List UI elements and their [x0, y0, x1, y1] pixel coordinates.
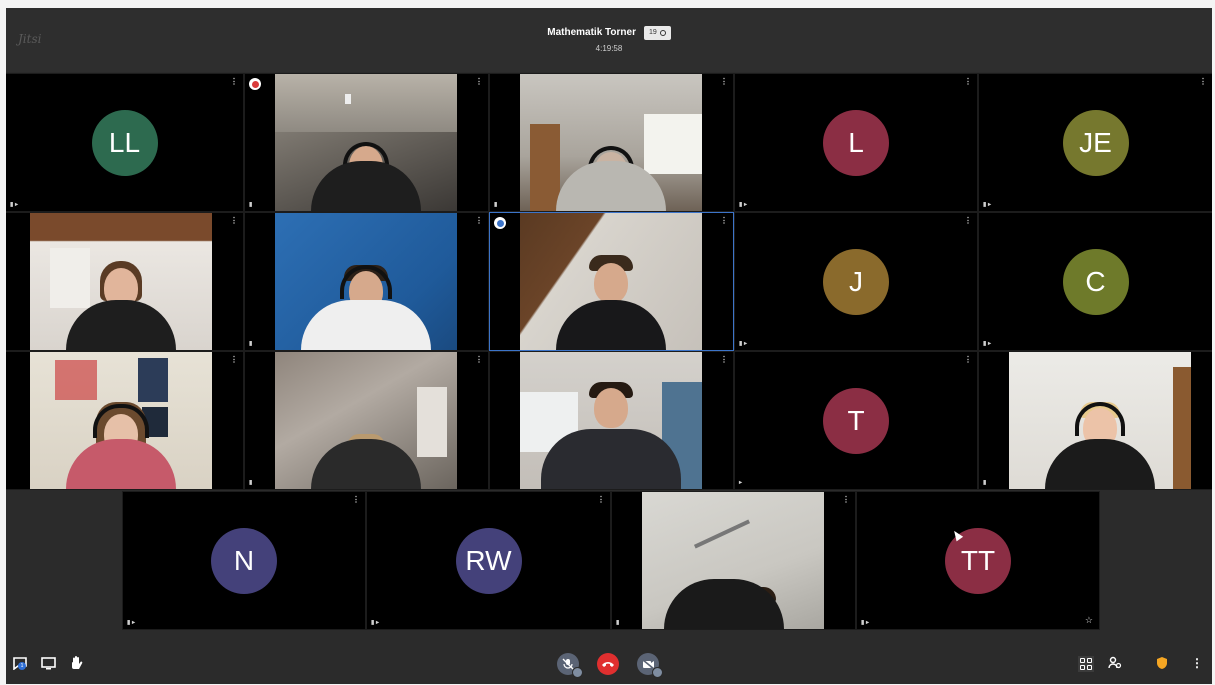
- avatar: T: [823, 387, 889, 454]
- participant-tile[interactable]: TT ▮ ▸ ☆: [857, 492, 1099, 629]
- connection-status-icon: ▮: [983, 480, 987, 486]
- connection-status-icon: ▮ ▸: [739, 341, 747, 347]
- participant-face: [594, 263, 628, 303]
- tile-menu-icon[interactable]: ⋮: [964, 216, 972, 225]
- avatar: N: [211, 527, 277, 594]
- participant-tile[interactable]: ⋮: [6, 213, 243, 350]
- participant-tile[interactable]: N ⋮ ▮ ▸: [123, 492, 365, 629]
- connection-status-icon: ▮ ▸: [10, 202, 18, 208]
- avatar: C: [1062, 248, 1129, 315]
- participant-tile[interactable]: ▮: [979, 352, 1212, 489]
- video-feed: [520, 352, 702, 489]
- participant-tile[interactable]: ⋮ ▮: [490, 74, 733, 211]
- tile-menu-icon[interactable]: ⋮: [597, 495, 605, 504]
- security-shield-icon[interactable]: [1155, 655, 1169, 671]
- participant-tile[interactable]: RW ⋮ ▮ ▸: [367, 492, 610, 629]
- participant-tile[interactable]: T ⋮ ▸: [735, 352, 977, 489]
- meeting-timer: 4:19:58: [595, 44, 623, 53]
- tile-menu-icon[interactable]: ⋮: [475, 355, 483, 364]
- participant-tile-active[interactable]: ⋮: [490, 213, 733, 350]
- tile-view-icon[interactable]: [1077, 655, 1095, 673]
- tile-menu-icon[interactable]: ⋮: [842, 495, 850, 504]
- tile-menu-icon[interactable]: ⋮: [475, 77, 483, 86]
- participant-tile[interactable]: ⋮: [6, 352, 243, 489]
- tile-menu-icon[interactable]: ⋮: [720, 216, 728, 225]
- connection-status-icon: ▮ ▸: [983, 202, 991, 208]
- tile-menu-icon[interactable]: ⋮: [475, 216, 483, 225]
- mic-options-icon[interactable]: [572, 667, 583, 678]
- chat-icon[interactable]: 1: [12, 655, 28, 671]
- camera-options-icon[interactable]: [652, 667, 663, 678]
- participant-tile[interactable]: L ⋮ ▮ ▸: [735, 74, 977, 211]
- participant-tile[interactable]: ⋮ ▮: [612, 492, 855, 629]
- hangup-icon[interactable]: [597, 653, 619, 675]
- participant-tile[interactable]: ⋮ ▮: [245, 74, 488, 211]
- participant-tile[interactable]: JE ⋮ ▮ ▸: [979, 74, 1212, 211]
- chat-unread-badge: 1: [18, 662, 26, 670]
- connection-status-icon: ▮ ▸: [861, 620, 869, 626]
- top-bar: Jitsi Mathematik Torner 19 4:19:58: [6, 8, 1212, 72]
- avatar: LL: [91, 109, 158, 176]
- connection-status-icon: ▮: [494, 202, 498, 208]
- bottom-toolbar: 1 ⋮: [6, 644, 1212, 684]
- connection-status-icon: ▮ ▸: [371, 620, 379, 626]
- video-feed: [642, 492, 824, 629]
- tile-menu-icon[interactable]: ⋮: [230, 355, 238, 364]
- connection-status-icon: ▮ ▸: [127, 620, 135, 626]
- connection-status-icon: ▮ ▸: [983, 341, 991, 347]
- video-feed: [1009, 352, 1191, 489]
- video-feed: [520, 213, 702, 350]
- video-feed: [30, 352, 212, 489]
- video-feed: [275, 74, 457, 211]
- participant-tile[interactable]: ⋮: [490, 352, 733, 489]
- avatar: RW: [455, 527, 522, 594]
- participant-face: [594, 388, 628, 428]
- tile-menu-icon[interactable]: ⋮: [964, 355, 972, 364]
- camera-muted-icon[interactable]: [637, 653, 663, 678]
- participant-tile[interactable]: ⋮ ▮: [245, 352, 488, 489]
- participant-tile[interactable]: ⋮ ▮: [245, 213, 488, 350]
- participant-tile[interactable]: C ▮ ▸: [979, 213, 1212, 350]
- video-feed: [275, 213, 457, 350]
- connection-status-icon: ▮: [616, 620, 620, 626]
- tile-menu-icon[interactable]: ⋮: [1199, 77, 1207, 86]
- tile-menu-icon[interactable]: ⋮: [720, 77, 728, 86]
- screen-share-icon[interactable]: [40, 655, 56, 671]
- participants-icon[interactable]: [1107, 655, 1123, 671]
- raise-hand-icon[interactable]: [68, 654, 84, 672]
- avatar: JE: [1062, 109, 1129, 176]
- video-feed: [520, 74, 702, 211]
- microphone-muted-icon[interactable]: [557, 653, 583, 678]
- tile-menu-icon[interactable]: ⋮: [230, 216, 238, 225]
- video-feed: [275, 352, 457, 489]
- participant-tile[interactable]: LL ⋮ ▮ ▸: [6, 74, 243, 211]
- star-icon[interactable]: ☆: [1085, 615, 1093, 626]
- meeting-header: Mathematik Torner 19 4:19:58: [6, 22, 1212, 53]
- avatar: J: [823, 248, 889, 315]
- meeting-title: Mathematik Torner: [547, 27, 636, 38]
- participant-count: 19: [648, 29, 657, 36]
- tile-menu-icon[interactable]: ⋮: [964, 77, 972, 86]
- tile-menu-icon[interactable]: ⋮: [352, 495, 360, 504]
- tile-menu-icon[interactable]: ⋮: [230, 77, 238, 86]
- dominant-speaker-badge: [249, 78, 261, 90]
- connection-status-icon: ▮: [249, 202, 253, 208]
- participant-count-badge[interactable]: 19: [643, 25, 671, 40]
- video-feed: [30, 213, 212, 350]
- connection-status-icon: ▸: [739, 480, 743, 486]
- meeting-app: Jitsi Mathematik Torner 19 4:19:58 LL ⋮ …: [6, 8, 1212, 684]
- connection-status-icon: ▮: [249, 480, 253, 486]
- connection-status-icon: ▮ ▸: [739, 202, 747, 208]
- participant-tile[interactable]: J ⋮ ▮ ▸: [735, 213, 977, 350]
- tile-menu-icon[interactable]: ⋮: [720, 355, 728, 364]
- avatar: L: [823, 109, 889, 176]
- moderator-badge: [494, 217, 506, 229]
- more-options-icon[interactable]: ⋮: [1191, 655, 1203, 671]
- participant-count-icon: [659, 29, 666, 36]
- connection-status-icon: ▮: [249, 341, 253, 347]
